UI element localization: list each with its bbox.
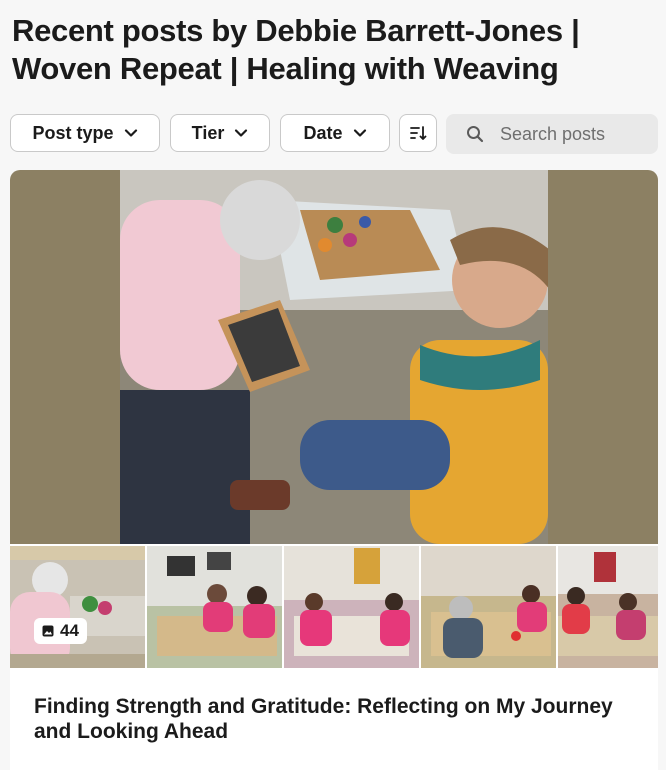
post-type-filter-button[interactable]: Post type [10,114,160,152]
sort-icon [410,126,427,140]
image-count-badge: 44 [34,618,87,644]
post-type-label: Post type [32,122,114,143]
thumbnail-image[interactable] [558,546,658,668]
thumbnail-image[interactable] [147,546,282,668]
thumbnail-image[interactable] [421,546,556,668]
chevron-down-icon [235,129,248,137]
search-input[interactable]: Search posts [446,114,658,154]
thumbnail-image[interactable]: 44 [10,546,145,668]
tier-label: Tier [191,122,225,143]
date-filter-button[interactable]: Date [280,114,390,152]
image-icon [42,625,54,637]
sort-button[interactable] [399,114,437,152]
image-count: 44 [60,621,79,640]
filter-bar: Post type Tier Date Search posts [10,114,660,154]
search-placeholder: Search posts [500,123,606,144]
thumbnail-image[interactable] [284,546,419,668]
chevron-down-icon [353,129,366,137]
thumbnail-strip: 44 [10,546,658,668]
post-title[interactable]: Finding Strength and Gratitude: Reflecti… [34,694,644,744]
page-title: Recent posts by Debbie Barrett-Jones | W… [12,13,580,86]
post-card[interactable]: 44 Finding Strength and Gratitude: Refle… [10,170,658,770]
weaving-workshop-photo [120,170,548,544]
post-hero-image[interactable] [10,170,658,544]
search-icon [467,126,484,143]
tier-filter-button[interactable]: Tier [170,114,270,152]
date-label: Date [303,122,343,143]
chevron-down-icon [124,129,137,137]
